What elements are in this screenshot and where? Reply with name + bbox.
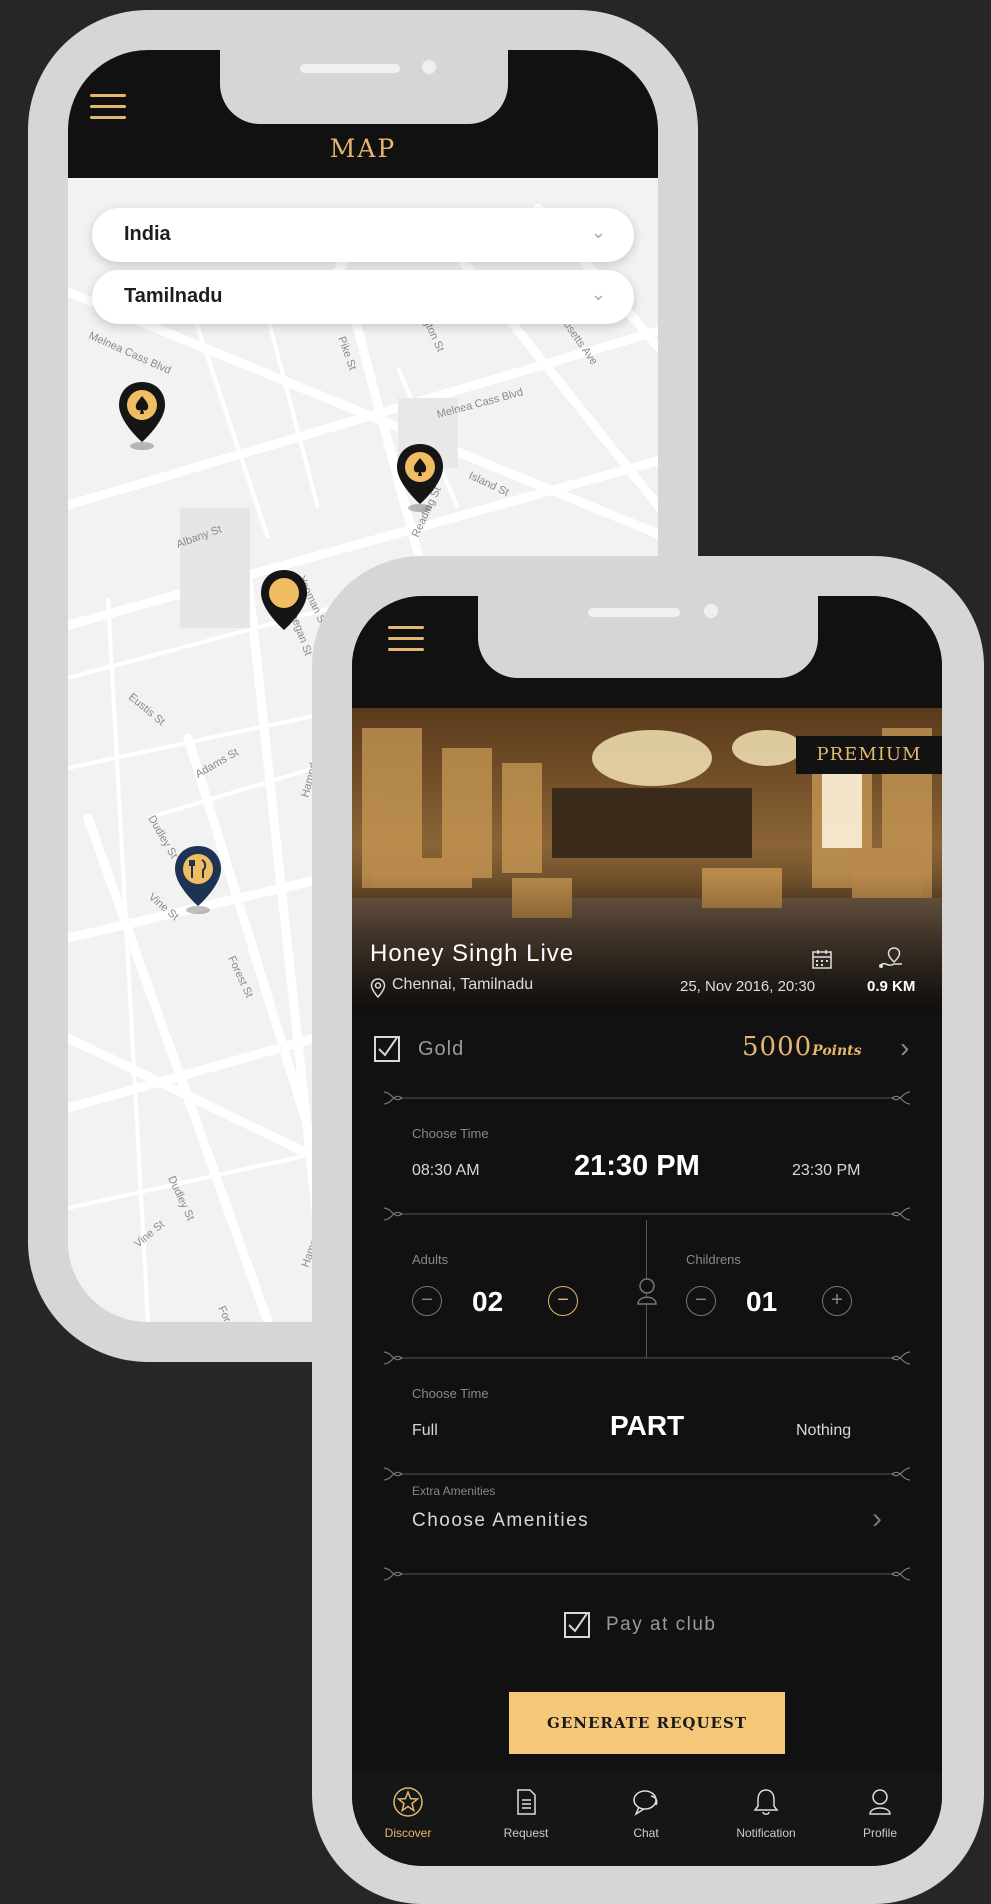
club-pin[interactable] xyxy=(116,380,168,452)
document-icon xyxy=(517,1789,536,1815)
phone-notch xyxy=(478,596,818,678)
tab-profile[interactable]: Profile xyxy=(830,1772,930,1866)
payment-option-selected[interactable]: PART xyxy=(610,1410,684,1442)
children-minus-button[interactable]: − xyxy=(686,1286,716,1316)
points-value: 5000 xyxy=(742,1032,813,1062)
ornament-divider xyxy=(383,1207,911,1221)
state-select[interactable]: Tamilnadu ⌄ xyxy=(92,270,634,324)
amenities-label: Extra Amenities xyxy=(412,1484,496,1498)
club-pin[interactable] xyxy=(258,568,310,640)
adults-count: 02 xyxy=(472,1286,504,1317)
event-distance: 0.9 KM xyxy=(867,978,916,995)
pay-at-club-checkbox[interactable] xyxy=(564,1611,590,1638)
pay-at-club-label[interactable]: Pay at club xyxy=(606,1614,717,1636)
gold-checkbox[interactable] xyxy=(374,1035,400,1062)
children-count: 01 xyxy=(746,1286,778,1317)
club-pin[interactable] xyxy=(394,442,446,514)
time-option-prev[interactable]: 08:30 AM xyxy=(412,1162,480,1180)
amenities-select[interactable]: Choose Amenities xyxy=(412,1510,589,1532)
tab-label: Notification xyxy=(736,1826,796,1840)
event-location: Chennai, Tamilnadu xyxy=(392,976,534,993)
tier-label: Gold xyxy=(418,1038,465,1060)
event-hero-image[interactable]: PREMIUM Honey Singh Live Chennai, Tamiln… xyxy=(352,708,942,1012)
event-phone-frame: EVENT xyxy=(312,556,984,1904)
bottom-tab-bar: Discover Request Chat Notification Profi… xyxy=(352,1772,942,1866)
chevron-down-icon: ⌄ xyxy=(590,222,606,242)
tab-request[interactable]: Request xyxy=(476,1772,576,1866)
adults-minus-button-active[interactable]: − xyxy=(548,1286,578,1316)
restaurant-pin[interactable] xyxy=(172,844,224,916)
tier-points: 5000Points xyxy=(742,1032,862,1062)
premium-badge: PREMIUM xyxy=(796,736,942,774)
ornament-divider xyxy=(383,1467,911,1481)
tab-discover[interactable]: Discover xyxy=(358,1772,458,1866)
profile-icon xyxy=(869,1789,891,1815)
menu-icon[interactable] xyxy=(90,94,126,120)
adults-label: Adults xyxy=(412,1252,449,1267)
adults-minus-button[interactable]: − xyxy=(412,1286,442,1316)
ornament-divider xyxy=(383,1567,911,1581)
chevron-right-icon[interactable]: › xyxy=(900,1032,909,1064)
tab-label: Profile xyxy=(862,1826,897,1840)
payment-label: Choose Time xyxy=(412,1386,489,1401)
points-unit: Points xyxy=(812,1043,862,1059)
event-name: Honey Singh Live xyxy=(370,940,575,967)
event-screen: EVENT xyxy=(352,596,942,1866)
country-select-value: India xyxy=(124,223,171,245)
person-icon xyxy=(637,1278,657,1305)
distance-icon xyxy=(879,947,902,968)
time-label: Choose Time xyxy=(412,1126,489,1141)
ornament-divider xyxy=(383,1351,911,1365)
tab-label: Discover xyxy=(384,1826,432,1840)
checkmark-icon xyxy=(568,1611,589,1633)
star-icon xyxy=(393,1787,423,1817)
checkmark-icon xyxy=(378,1035,399,1057)
tab-chat[interactable]: Chat xyxy=(596,1772,696,1866)
time-option-next[interactable]: 23:30 PM xyxy=(792,1162,860,1180)
time-selected[interactable]: 21:30 PM xyxy=(574,1150,700,1183)
chevron-down-icon: ⌄ xyxy=(590,284,606,304)
tab-label: Chat xyxy=(633,1826,659,1840)
bell-icon xyxy=(753,1789,779,1815)
tab-label: Request xyxy=(503,1826,549,1840)
payment-option-nothing[interactable]: Nothing xyxy=(796,1422,851,1440)
tab-notification[interactable]: Notification xyxy=(716,1772,816,1866)
page-title: MAP xyxy=(329,134,397,163)
children-label: Childrens xyxy=(686,1252,741,1267)
event-date: 25, Nov 2016, 20:30 xyxy=(680,978,816,995)
children-plus-button[interactable]: + xyxy=(822,1286,852,1316)
chat-icon xyxy=(633,1790,658,1816)
calendar-icon xyxy=(812,950,832,969)
country-select[interactable]: India ⌄ xyxy=(92,208,634,262)
chevron-right-icon[interactable]: › xyxy=(872,1502,882,1536)
payment-option-full[interactable]: Full xyxy=(412,1422,438,1440)
generate-request-button[interactable]: GENERATE REQUEST xyxy=(509,1692,785,1754)
ornament-divider xyxy=(383,1091,911,1105)
location-pin-icon xyxy=(370,978,386,998)
state-select-value: Tamilnadu xyxy=(124,285,223,307)
phone-notch xyxy=(220,50,508,124)
